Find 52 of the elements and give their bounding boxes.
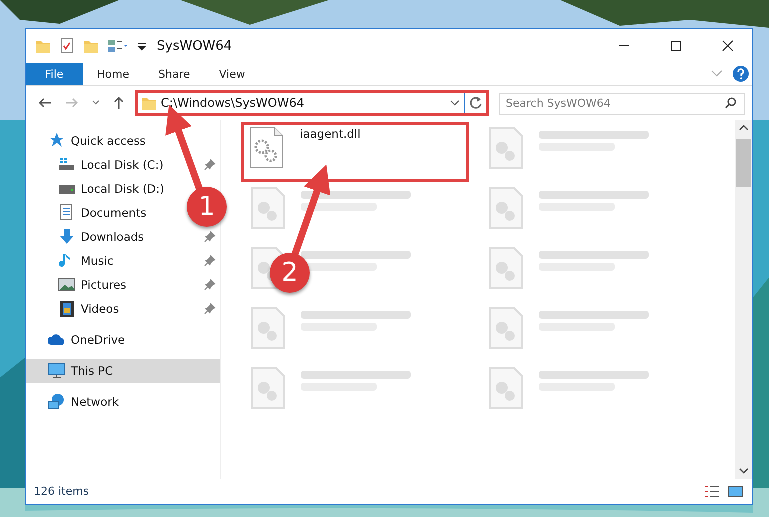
file-item[interactable]: iaagent.dll (241, 122, 469, 182)
nav-item[interactable]: Documents (26, 201, 151, 225)
search-field[interactable]: Search SysWOW64 (499, 92, 745, 114)
pin-icon[interactable] (204, 279, 216, 291)
nav-item[interactable]: Downloads (26, 225, 148, 249)
pin-icon[interactable] (204, 231, 216, 243)
maximize-icon[interactable] (670, 40, 682, 52)
nav-item[interactable]: Network (26, 390, 124, 414)
up-arrow-icon[interactable] (113, 96, 125, 110)
nav-item[interactable]: Pictures (26, 273, 131, 297)
ribbon-tab[interactable]: Home (83, 63, 144, 85)
nav-item[interactable]: Music (26, 249, 118, 273)
pin-icon[interactable] (204, 159, 216, 171)
refresh-icon[interactable] (469, 96, 483, 110)
search-icon[interactable] (725, 97, 737, 109)
details-view-icon[interactable] (704, 484, 720, 498)
forward-arrow-icon[interactable] (65, 97, 79, 109)
address-bar[interactable]: C:\Windows\SysWOW64 (135, 90, 489, 116)
videos-icon (58, 300, 76, 318)
nav-item[interactable]: OneDrive (26, 328, 130, 352)
network-icon (48, 393, 66, 411)
nav-item[interactable]: Local Disk (C:) (26, 153, 168, 177)
file-tab[interactable]: File (26, 63, 83, 85)
scroll-up-icon[interactable] (738, 125, 748, 131)
ribbon-tab[interactable]: Share (144, 63, 206, 85)
properties-icon[interactable] (107, 38, 129, 54)
dll-file-icon (250, 127, 284, 169)
ribbon-tab[interactable]: View (205, 63, 260, 85)
item-count: 126 items (34, 485, 90, 498)
chevron-down-icon[interactable] (92, 100, 100, 106)
tiles-view-icon[interactable] (728, 484, 744, 498)
close-icon[interactable] (722, 40, 734, 52)
nav-item[interactable]: Quick access (26, 129, 150, 153)
help-icon[interactable] (733, 66, 749, 82)
star-icon (48, 132, 66, 150)
file-name: iaagent.dll (300, 127, 361, 141)
scrollbar[interactable] (735, 120, 752, 479)
pin-icon[interactable] (204, 255, 216, 267)
checklist-icon[interactable] (59, 38, 75, 54)
nav-item[interactable]: Videos (26, 297, 124, 321)
scroll-down-icon[interactable] (738, 468, 748, 474)
window-title: SysWOW64 (157, 38, 232, 54)
nav-item[interactable]: Local Disk (D:) (26, 177, 169, 201)
folder-icon (141, 95, 157, 111)
pc-icon (48, 362, 66, 380)
pictures-icon (58, 276, 76, 294)
downloads-icon (58, 228, 76, 246)
chevron-down-icon[interactable] (450, 100, 460, 106)
back-arrow-icon[interactable] (38, 97, 52, 109)
pin-icon[interactable] (204, 303, 216, 315)
address-text: C:\Windows\SysWOW64 (161, 96, 306, 110)
scroll-thumb[interactable] (736, 139, 751, 187)
